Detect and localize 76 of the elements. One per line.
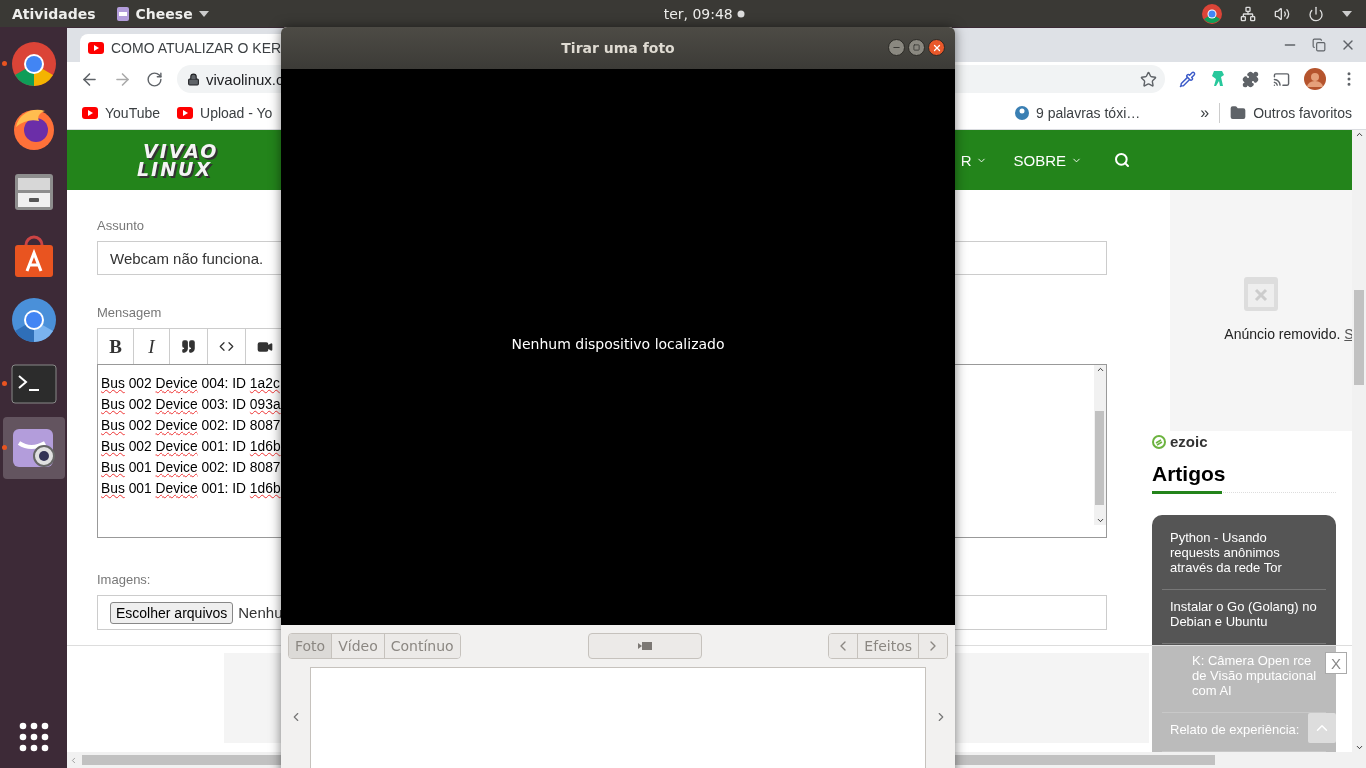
message-line: Bus 001 Device 002: ID 8087 (101, 459, 282, 477)
terminal-icon[interactable] (10, 364, 57, 404)
field-label: Mensagem (97, 305, 163, 320)
field-label: Imagens: (97, 572, 152, 587)
code-icon (219, 339, 234, 354)
message-line: Bus 002 Device 003: ID 093a (101, 396, 282, 414)
article-link[interactable]: Python - Usando requests anônimos através da rede Tor (1170, 530, 1318, 575)
message-line: Bus 002 Device 002: ID 8087 (101, 417, 282, 435)
app-grid-icon[interactable] (18, 722, 49, 752)
network-icon[interactable] (1240, 5, 1256, 22)
dialog-title: Tirar uma foto (561, 40, 675, 56)
youtube-icon (177, 106, 193, 119)
reload-icon[interactable] (146, 70, 163, 88)
scroll-up-icon[interactable] (1354, 130, 1364, 139)
ad-notice: Anúncio removido. (1224, 326, 1341, 342)
message-line: Bus 001 Device 001: ID 1d6b (101, 480, 282, 498)
chrome-icon[interactable] (1202, 3, 1222, 24)
power-icon[interactable] (1308, 5, 1324, 22)
eyedropper-icon[interactable] (1179, 70, 1196, 88)
activities-button[interactable]: Atividades (12, 5, 96, 22)
extensions-icon[interactable] (1242, 70, 1259, 88)
maximize-icon (913, 44, 920, 51)
bookmark[interactable]: YouTube (82, 104, 160, 121)
site-icon (1015, 105, 1029, 120)
message-line: Bus 002 Device 001: ID 1d6b (101, 438, 282, 456)
youtube-icon (88, 42, 104, 54)
minimize-button[interactable] (888, 39, 905, 56)
ad-close-button[interactable]: X (1325, 652, 1347, 674)
bookmark-folder[interactable]: Outros favoritos (1230, 104, 1352, 121)
capture-button[interactable] (587, 632, 702, 659)
field-label: Assunto (97, 218, 145, 233)
scroll-down-icon[interactable] (1095, 516, 1105, 525)
article-link[interactable]: Instalar o Go (Golang) no Debian e Ubuntu (1170, 599, 1318, 629)
folder-icon (1230, 104, 1247, 121)
chrome-icon[interactable] (10, 41, 57, 87)
ezoic-logo-icon (1152, 434, 1166, 449)
restore-icon[interactable] (1312, 38, 1326, 52)
cast-icon[interactable] (1273, 70, 1290, 88)
url-text: vivaolinux.c (206, 70, 284, 88)
clock[interactable]: ter, 09:48 (663, 5, 733, 22)
quote-icon (181, 339, 196, 354)
nav-label: SOBRE (1013, 151, 1066, 169)
notification-dot-icon (736, 9, 745, 18)
nav-item[interactable]: R (960, 151, 988, 169)
broken-image-icon (1243, 276, 1279, 312)
bold-button[interactable]: B (98, 329, 134, 364)
scroll-thumb[interactable] (1095, 411, 1104, 505)
close-button[interactable] (928, 39, 945, 56)
close-icon (931, 42, 942, 53)
nav-item[interactable]: SOBRE (1013, 151, 1082, 169)
caret-icon (198, 10, 209, 17)
chromium-icon[interactable] (10, 297, 57, 343)
bookmark[interactable]: Upload - Yo (177, 104, 273, 121)
scroll-thumb[interactable] (1354, 290, 1364, 385)
youtube-icon (82, 106, 98, 119)
app-menu[interactable]: Cheese (135, 5, 193, 22)
nav-label: R (960, 151, 972, 169)
maximize-button[interactable] (908, 39, 925, 56)
choose-files-button[interactable]: Escolher arquivos (110, 601, 234, 624)
avatar-icon[interactable] (1304, 68, 1326, 90)
site-logo[interactable]: VIVAO LINUX (137, 142, 219, 178)
more-bookmarks-button[interactable]: » (1200, 103, 1210, 122)
scroll-up-icon[interactable] (1095, 365, 1105, 374)
search-icon[interactable] (1114, 152, 1130, 168)
bookmark[interactable]: 9 palavras tóxi… (1015, 104, 1141, 121)
scroll-down-icon[interactable] (1354, 743, 1364, 752)
video-camera-icon (637, 640, 652, 651)
ezoic-brand: ezoic (1170, 433, 1208, 450)
lock-icon (187, 72, 200, 86)
no-device-message: Nenhum dispositivo localizado (511, 335, 725, 352)
caret-icon[interactable] (1342, 10, 1352, 17)
section-title: Artigos (1152, 462, 1336, 493)
italic-button[interactable]: I (134, 329, 170, 364)
bookmark-star-icon[interactable] (1140, 70, 1157, 88)
message-line: Bus 002 Device 004: ID 1a2c (101, 375, 281, 393)
volume-icon[interactable] (1274, 5, 1290, 22)
